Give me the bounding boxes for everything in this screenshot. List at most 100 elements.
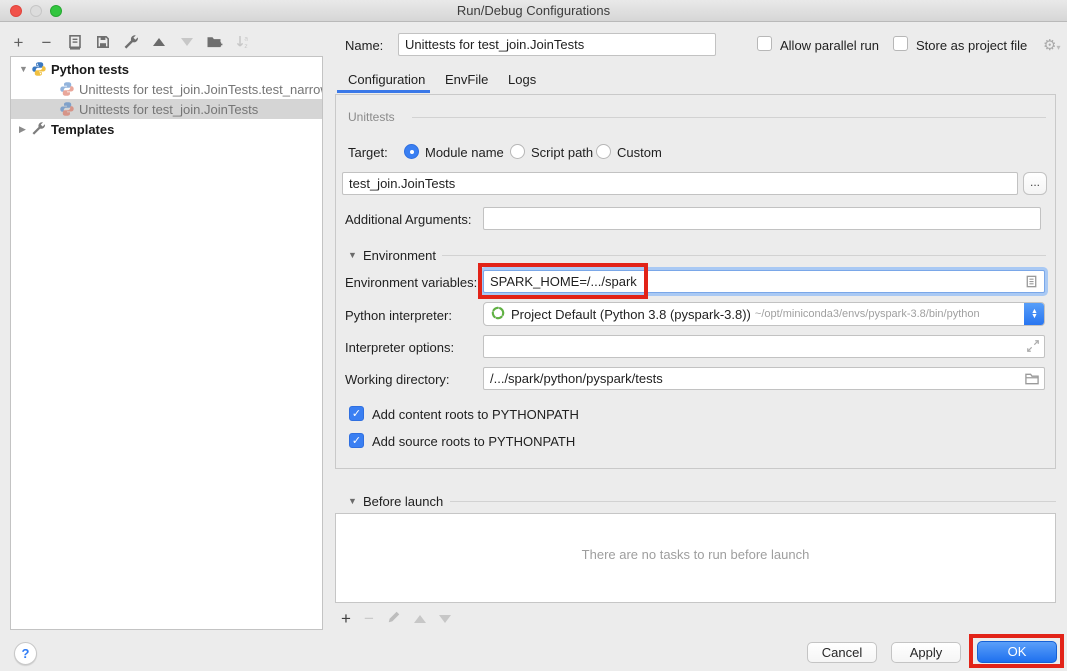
tab-envfile[interactable]: EnvFile xyxy=(445,72,488,87)
python-test-icon xyxy=(59,101,75,117)
minus-icon: − xyxy=(42,36,52,49)
apply-button[interactable]: Apply xyxy=(891,642,961,663)
add-content-roots-label: Add content roots to PYTHONPATH xyxy=(372,407,579,422)
templates-wrench-icon xyxy=(31,121,47,137)
working-directory-label: Working directory: xyxy=(345,372,450,387)
browse-module-button[interactable]: ... xyxy=(1023,172,1047,195)
environment-collapse-icon[interactable]: ▼ xyxy=(348,250,357,260)
tree-item-label: Unittests for test_join.JoinTests xyxy=(79,102,258,117)
interpreter-options-label: Interpreter options: xyxy=(345,340,454,355)
group-divider xyxy=(412,117,1046,118)
tree-item-label: Templates xyxy=(51,122,114,137)
add-source-roots-checkbox[interactable]: ✓ xyxy=(349,433,364,448)
add-configuration-button[interactable]: + xyxy=(10,34,27,51)
combo-stepper-icon[interactable]: ▲▼ xyxy=(1024,302,1045,326)
ok-button[interactable]: OK xyxy=(977,641,1057,663)
copy-configuration-button[interactable] xyxy=(66,34,83,51)
new-folder-icon xyxy=(206,34,223,50)
python-test-icon xyxy=(59,81,75,97)
plus-icon: + xyxy=(14,35,24,50)
conda-environment-icon xyxy=(490,305,506,324)
move-down-button[interactable] xyxy=(178,34,195,51)
copy-icon xyxy=(67,34,83,50)
wrench-icon xyxy=(123,34,139,50)
sort-az-icon: az xyxy=(235,34,251,50)
save-icon xyxy=(95,34,111,50)
save-configuration-button[interactable] xyxy=(94,34,111,51)
store-as-project-file-checkbox[interactable] xyxy=(893,36,908,51)
edit-task-button[interactable] xyxy=(387,610,401,627)
pencil-icon xyxy=(387,610,401,624)
tab-logs[interactable]: Logs xyxy=(508,72,536,87)
group-divider xyxy=(450,501,1056,502)
tree-item-label: Unittests for test_join.JoinTests.test_n… xyxy=(79,82,322,97)
cancel-button[interactable]: Cancel xyxy=(807,642,877,663)
arrow-up-icon xyxy=(153,38,165,46)
allow-parallel-run-label: Allow parallel run xyxy=(780,38,879,53)
svg-text:z: z xyxy=(244,43,247,50)
help-button[interactable]: ? xyxy=(14,642,37,665)
active-tab-underline xyxy=(337,90,430,93)
no-tasks-message: There are no tasks to run before launch xyxy=(336,547,1055,562)
group-divider xyxy=(442,255,1046,256)
radio-module-name-label: Module name xyxy=(425,145,504,160)
expand-field-icon[interactable] xyxy=(1026,339,1042,355)
move-task-up-button[interactable] xyxy=(414,615,426,623)
radio-custom-label: Custom xyxy=(617,145,662,160)
tree-item-unittest-jointests[interactable]: Unittests for test_join.JoinTests xyxy=(11,99,322,119)
add-task-button[interactable]: + xyxy=(341,611,351,626)
before-launch-collapse-icon[interactable]: ▼ xyxy=(348,496,357,506)
store-as-project-file-label: Store as project file xyxy=(916,38,1027,53)
python-interpreter-select[interactable]: Project Default (Python 3.8 (pyspark-3.8… xyxy=(483,302,1045,326)
browse-variables-icon[interactable] xyxy=(1024,274,1040,290)
python-tests-icon xyxy=(31,61,47,77)
python-interpreter-label: Python interpreter: xyxy=(345,308,452,323)
folder-icon[interactable] xyxy=(1024,371,1040,387)
working-directory-input[interactable] xyxy=(483,367,1045,390)
radio-custom[interactable] xyxy=(596,144,611,159)
chevron-right-icon[interactable]: ▶ xyxy=(19,124,31,135)
remove-task-button[interactable]: − xyxy=(364,612,374,625)
additional-arguments-label: Additional Arguments: xyxy=(345,212,471,227)
move-up-button[interactable] xyxy=(150,34,167,51)
radio-module-name[interactable] xyxy=(404,144,419,159)
tree-item-templates[interactable]: ▶ Templates xyxy=(11,119,322,139)
add-source-roots-label: Add source roots to PYTHONPATH xyxy=(372,434,575,449)
chevron-down-icon[interactable]: ▼ xyxy=(19,64,31,74)
run-debug-configurations-dialog: Run/Debug Configurations + − az ▼ Pyth xyxy=(0,0,1067,671)
python-interpreter-path: ~/opt/miniconda3/envs/pyspark-3.8/bin/py… xyxy=(755,308,980,320)
allow-parallel-run-checkbox[interactable] xyxy=(757,36,772,51)
configurations-toolbar: + − az xyxy=(10,31,251,53)
interpreter-options-input[interactable] xyxy=(483,335,1045,358)
add-content-roots-checkbox[interactable]: ✓ xyxy=(349,406,364,421)
tree-item-python-tests[interactable]: ▼ Python tests xyxy=(11,59,322,79)
before-launch-label: Before launch xyxy=(363,494,443,509)
svg-text:a: a xyxy=(244,35,248,42)
tab-configuration[interactable]: Configuration xyxy=(348,72,425,87)
sort-configurations-button[interactable]: az xyxy=(234,34,251,51)
before-launch-tasks-panel: There are no tasks to run before launch xyxy=(335,513,1056,603)
create-folder-button[interactable] xyxy=(206,34,223,51)
module-name-input[interactable] xyxy=(342,172,1018,195)
environment-group-label: Environment xyxy=(363,248,436,263)
configurations-tree: ▼ Python tests Unittests for test_join.J… xyxy=(10,56,323,630)
target-label: Target: xyxy=(348,145,388,160)
python-interpreter-value: Project Default (Python 3.8 (pyspark-3.8… xyxy=(511,307,751,322)
radio-script-path[interactable] xyxy=(510,144,525,159)
gear-icon[interactable]: ⚙▾ xyxy=(1043,36,1060,54)
move-task-down-button[interactable] xyxy=(439,615,451,623)
window-title: Run/Debug Configurations xyxy=(0,3,1067,18)
environment-variables-label: Environment variables: xyxy=(345,275,477,290)
tree-item-unittest-narrow[interactable]: Unittests for test_join.JoinTests.test_n… xyxy=(11,79,322,99)
tree-item-label: Python tests xyxy=(51,62,129,77)
additional-arguments-input[interactable] xyxy=(483,207,1041,230)
arrow-down-icon xyxy=(181,38,193,46)
remove-configuration-button[interactable]: − xyxy=(38,34,55,51)
before-launch-toolbar: + − xyxy=(341,610,451,627)
name-label: Name: xyxy=(345,38,383,53)
edit-templates-button[interactable] xyxy=(122,34,139,51)
unittests-group-label: Unittests xyxy=(348,110,395,124)
titlebar: Run/Debug Configurations xyxy=(0,0,1067,22)
name-input[interactable] xyxy=(398,33,716,56)
environment-variables-input[interactable] xyxy=(483,270,1045,293)
